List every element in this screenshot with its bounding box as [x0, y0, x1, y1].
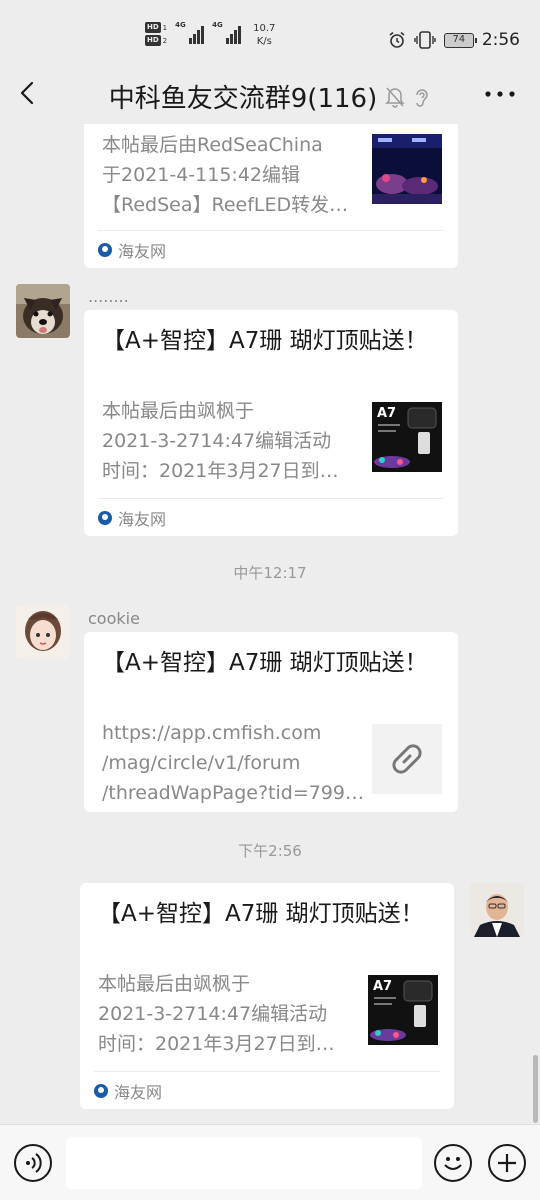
card-desc-line: 本帖最后由飒枫于: [102, 400, 255, 422]
hd-badge-2: HD 2: [145, 35, 167, 46]
chat-header: 中科鱼友交流群9(116): [0, 64, 540, 124]
card-title: 【A+智控】A7珊 瑚灯顶贴送！: [102, 328, 428, 354]
emoji-icon: [444, 1157, 462, 1170]
hd-sub-1: 1: [162, 23, 168, 32]
card-desc-line: https://app.cmfish.com: [102, 722, 322, 744]
message-timestamp: 中午12:17: [233, 564, 307, 582]
card-divider: [98, 498, 444, 499]
speed-unit: K/s: [256, 36, 272, 47]
link-thumbnail: [372, 724, 442, 794]
card-divider: [94, 1071, 440, 1072]
thumb-label: A7: [377, 406, 396, 421]
card-desc-line: /mag/circle/v1/forum: [102, 752, 301, 774]
card-title: 【A+智控】A7珊 瑚灯顶贴送！: [98, 901, 424, 927]
card-source: 海友网: [94, 1079, 162, 1103]
thumb-label: A7: [373, 979, 392, 994]
message-timestamp: 下午2:56: [238, 842, 302, 860]
hd-label-2: HD: [145, 35, 161, 46]
scrollbar[interactable]: [533, 1055, 538, 1123]
haiyou-logo-icon: [98, 511, 112, 525]
chat-title[interactable]: 中科鱼友交流群9(116): [109, 78, 377, 115]
link-card[interactable]: 本帖最后由RedSeaChina 于2021-4-115:42编辑 【RedSe…: [84, 124, 458, 268]
speed-value: 10.7: [253, 23, 276, 34]
alarm-icon: [389, 31, 405, 48]
source-label: 海友网: [114, 1083, 163, 1102]
card-desc-line: 2021-3-2714:47编辑活动: [102, 430, 332, 452]
avatar[interactable]: [16, 284, 70, 338]
network-indicators: HD 1 HD 2 4G 4G 10.7 K/s: [145, 21, 275, 48]
card-desc-line: 于2021-4-115:42编辑: [102, 164, 300, 186]
chat-area[interactable]: 本帖最后由RedSeaChina 于2021-4-115:42编辑 【RedSe…: [0, 124, 540, 1124]
link-icon: [392, 744, 422, 774]
avatar[interactable]: [470, 883, 524, 937]
sender-nickname: cookie: [88, 609, 140, 628]
hd-badges: HD 1 HD 2: [145, 22, 167, 46]
haiyou-logo-icon: [98, 243, 112, 257]
card-desc-line: 时间：2021年3月27日到…: [102, 460, 339, 482]
vibrate-icon: [414, 31, 436, 49]
hd-sub-2: 2: [162, 36, 168, 45]
card-desc-line: 本帖最后由飒枫于: [98, 973, 251, 995]
message-input[interactable]: [66, 1137, 422, 1189]
card-desc-line: 时间：2021年3月27日到…: [98, 1033, 335, 1055]
signal-label-1: 4G: [175, 21, 186, 29]
bell-off-icon: [385, 87, 406, 108]
hd-badge-1: HD 1: [145, 22, 167, 33]
link-card[interactable]: 【A+智控】A7珊 瑚灯顶贴送！ 本帖最后由飒枫于 2021-3-2714:47…: [80, 883, 454, 1109]
product-thumbnail: A7: [372, 402, 442, 472]
link-card[interactable]: 【A+智控】A7珊 瑚灯顶贴送！ https://app.cmfish.com …: [84, 632, 458, 812]
source-label: 海友网: [118, 510, 167, 529]
card-title: 【A+智控】A7珊 瑚灯顶贴送！: [102, 650, 428, 676]
title-wrap: 中科鱼友交流群9(116): [0, 78, 540, 115]
product-thumbnail: A7: [368, 975, 438, 1045]
link-card[interactable]: 【A+智控】A7珊 瑚灯顶贴送！ 本帖最后由飒枫于 2021-3-2714:47…: [84, 310, 458, 536]
voice-button[interactable]: [14, 1144, 52, 1182]
hd-label-1: HD: [145, 22, 161, 33]
input-bar: [0, 1124, 540, 1200]
card-desc-line: /threadWapPage?tid=799…: [102, 782, 365, 804]
card-source: 海友网: [98, 506, 166, 530]
voice-icon: [26, 1153, 42, 1173]
haiyou-logo-icon: [94, 1084, 108, 1098]
signal-icon-1: 4G: [175, 21, 205, 44]
signal-label-2: 4G: [212, 21, 223, 29]
card-desc-line: 【RedSea】ReefLED转发…: [102, 194, 349, 216]
card-divider: [98, 230, 444, 231]
plus-button[interactable]: [488, 1144, 526, 1182]
ear-icon: [416, 88, 428, 107]
status-time: 2:56: [481, 30, 520, 50]
more-dots-icon[interactable]: [482, 82, 518, 106]
sender-nickname: ........: [88, 287, 129, 306]
card-desc-line: 2021-3-2714:47编辑活动: [98, 1003, 328, 1025]
status-right: 74 2:56: [388, 30, 520, 50]
source-label: 海友网: [118, 242, 167, 261]
avatar[interactable]: [16, 605, 70, 659]
card-source: 海友网: [98, 238, 166, 262]
status-bar: HD 1 HD 2 4G 4G 10.7 K/s 74 2:56: [0, 0, 540, 64]
battery-icon: 74: [443, 32, 477, 48]
plus-icon: [498, 1154, 516, 1172]
network-speed: 10.7 K/s: [253, 22, 275, 48]
emoji-button[interactable]: [434, 1144, 472, 1182]
aquarium-thumbnail: [372, 134, 442, 204]
card-desc-line: 本帖最后由RedSeaChina: [102, 134, 323, 156]
signal-icon-2: 4G: [212, 21, 242, 44]
